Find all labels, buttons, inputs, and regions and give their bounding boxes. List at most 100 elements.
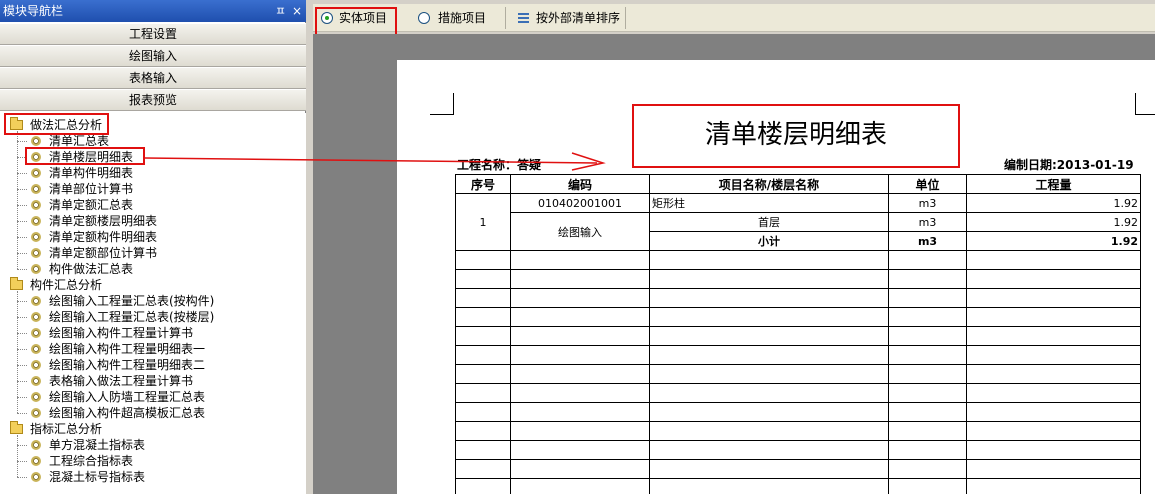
table-cell bbox=[455, 307, 511, 327]
table-cell bbox=[966, 440, 1141, 460]
tree-item-label: 单方混凝土指标表 bbox=[49, 438, 146, 452]
radio-measure-items[interactable]: 措施项目 bbox=[418, 8, 498, 28]
tree-item[interactable]: 绘图输入工程量汇总表(按楼层) bbox=[17, 309, 214, 325]
tree-folder[interactable]: 构件汇总分析 bbox=[10, 277, 102, 293]
tree-connector bbox=[17, 221, 27, 222]
nav-title-bar: 模块导航栏 ㅍ × bbox=[0, 0, 306, 22]
report-tree: 做法汇总分析 清单汇总表 清单楼层明细表 清单构件明细表 清单部位计算书 清单定额汇总表清… bbox=[0, 113, 306, 494]
table-row bbox=[455, 459, 1141, 479]
cell-subtotal-label: 小计 bbox=[649, 231, 889, 251]
col-header-code: 编码 bbox=[510, 174, 650, 194]
col-header-name: 项目名称/楼层名称 bbox=[649, 174, 889, 194]
tree-connector bbox=[17, 205, 27, 206]
report-item-icon bbox=[31, 264, 41, 274]
tree-item-label: 清单汇总表 bbox=[49, 134, 110, 148]
tree-item[interactable]: 绘图输入构件工程量明细表二 bbox=[17, 357, 205, 373]
nav-button-project-settings[interactable]: 工程设置 bbox=[0, 23, 306, 45]
cell-item-name: 矩形柱 bbox=[649, 193, 889, 213]
report-item-icon bbox=[31, 248, 41, 258]
table-cell bbox=[455, 364, 511, 384]
report-item-icon bbox=[31, 440, 41, 450]
tree-item[interactable]: 绘图输入构件工程量明细表一 bbox=[17, 341, 205, 357]
pin-icon[interactable]: ㅍ bbox=[275, 0, 286, 22]
nav-button-table-input[interactable]: 表格输入 bbox=[0, 67, 306, 89]
tree-item[interactable]: 清单定额楼层明细表 bbox=[17, 213, 157, 229]
table-cell bbox=[455, 288, 511, 308]
tree-item-label: 表格输入做法工程量计算书 bbox=[49, 374, 194, 388]
table-cell bbox=[649, 478, 889, 494]
crop-mark bbox=[1135, 93, 1155, 115]
highlight-folder bbox=[4, 113, 109, 135]
tree-item[interactable]: 清单定额部位计算书 bbox=[17, 245, 157, 261]
table-cell bbox=[966, 364, 1141, 384]
tree-item-label: 绘图输入构件超高模板汇总表 bbox=[49, 406, 206, 420]
table-cell bbox=[888, 345, 967, 365]
cell-subtotal-unit: m3 bbox=[888, 231, 967, 251]
tree-item[interactable]: 表格输入做法工程量计算书 bbox=[17, 373, 194, 389]
table-cell bbox=[510, 421, 650, 441]
table-cell bbox=[510, 383, 650, 403]
table-cell bbox=[966, 402, 1141, 422]
tree-connector bbox=[17, 269, 27, 270]
tree-item[interactable]: 构件做法汇总表 bbox=[17, 261, 133, 277]
table-cell bbox=[966, 345, 1141, 365]
nav-button-drawing-input[interactable]: 绘图输入 bbox=[0, 45, 306, 67]
tree-item[interactable]: 单方混凝土指标表 bbox=[17, 437, 146, 453]
report-item-icon bbox=[31, 296, 41, 306]
table-row bbox=[455, 307, 1141, 327]
table-cell bbox=[510, 326, 650, 346]
table-row: 绘图输入 首层 m3 1.92 bbox=[456, 212, 1141, 251]
col-header-index: 序号 bbox=[455, 174, 511, 194]
tree-item-label: 绘图输入工程量汇总表(按构件) bbox=[49, 294, 215, 308]
cell-floor-unit: m3 bbox=[888, 212, 967, 232]
table-cell bbox=[966, 269, 1141, 289]
tree-item-label: 构件汇总分析 bbox=[30, 278, 103, 292]
tree-item[interactable]: 工程综合指标表 bbox=[17, 453, 133, 469]
report-item-icon bbox=[31, 200, 41, 210]
table-cell bbox=[455, 402, 511, 422]
tree-item-label: 绘图输入人防墙工程量汇总表 bbox=[49, 390, 206, 404]
sort-external-list-button[interactable]: 按外部清单排序 bbox=[518, 8, 628, 28]
tree-connector bbox=[17, 253, 27, 254]
tree-connector bbox=[17, 317, 27, 318]
tree-item-label: 清单定额汇总表 bbox=[49, 198, 134, 212]
nav-button-report-preview[interactable]: 报表预览 bbox=[0, 89, 306, 111]
tree-item[interactable]: 绘图输入工程量汇总表(按构件) bbox=[17, 293, 215, 309]
table-row bbox=[455, 288, 1141, 308]
tree-item[interactable]: 绘图输入人防墙工程量汇总表 bbox=[17, 389, 206, 405]
tree-item-label: 混凝土标号指标表 bbox=[49, 470, 146, 484]
table-cell bbox=[888, 383, 967, 403]
tree-connector bbox=[17, 173, 27, 174]
report-item-icon bbox=[31, 216, 41, 226]
cell-code: 010402001001 bbox=[510, 193, 650, 213]
table-cell bbox=[888, 421, 967, 441]
close-icon[interactable]: × bbox=[292, 0, 302, 22]
tree-item[interactable]: 绘图输入构件工程量计算书 bbox=[17, 325, 193, 341]
table-row bbox=[455, 440, 1141, 460]
table-row: 1 010402001001 矩形柱 m3 1.92 bbox=[455, 193, 1141, 251]
tree-item[interactable]: 清单构件明细表 bbox=[17, 165, 133, 181]
tree-connector bbox=[17, 477, 27, 478]
tree-connector bbox=[17, 301, 27, 302]
app-window: 模块导航栏 ㅍ × 工程设置 绘图输入 表格输入 报表预览 做法汇总分析 清单汇总… bbox=[0, 0, 1155, 494]
tree-item[interactable]: 混凝土标号指标表 bbox=[17, 469, 146, 485]
tree-folder[interactable]: 指标汇总分析 bbox=[10, 421, 102, 437]
table-cell bbox=[966, 250, 1141, 270]
table-cell bbox=[966, 288, 1141, 308]
table-row bbox=[455, 383, 1141, 403]
tree-item-label: 清单定额构件明细表 bbox=[49, 230, 158, 244]
table-cell bbox=[966, 307, 1141, 327]
table-cell bbox=[455, 250, 511, 270]
tree-connector bbox=[17, 131, 18, 269]
tree-item[interactable]: 清单定额构件明细表 bbox=[17, 229, 158, 245]
tree-item[interactable]: 清单定额汇总表 bbox=[17, 197, 134, 213]
table-cell bbox=[888, 269, 967, 289]
tree-item[interactable]: 绘图输入构件超高模板汇总表 bbox=[17, 405, 206, 421]
tree-connector bbox=[17, 237, 27, 238]
table-cell bbox=[455, 269, 511, 289]
tree-item[interactable]: 清单部位计算书 bbox=[17, 181, 133, 197]
list-icon bbox=[518, 13, 529, 23]
cell-floor-name: 首层 bbox=[649, 212, 889, 232]
report-item-icon bbox=[31, 392, 41, 402]
report-item-icon bbox=[31, 472, 41, 482]
